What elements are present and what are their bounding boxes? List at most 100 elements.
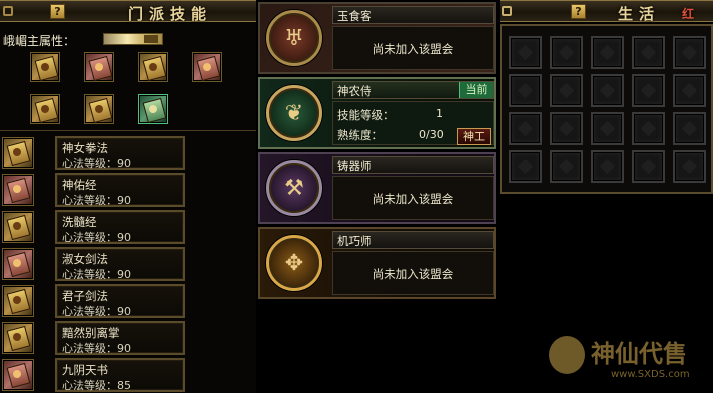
skill-level-value: 1: [436, 107, 443, 120]
skill-row[interactable]: 九阴天书 心法等级：85: [0, 358, 256, 393]
skill-level: 心法等级：90: [62, 342, 131, 355]
skill-name: 淑女剑法: [62, 252, 108, 266]
guild-status: 尚未加入该盟会: [372, 192, 454, 206]
gear-device-icon: ✥: [266, 235, 322, 291]
skill-book-icon[interactable]: [138, 94, 168, 124]
main-attribute-label: 峨嵋主属性：: [3, 34, 76, 48]
item-slot[interactable]: [591, 36, 624, 69]
item-slot[interactable]: [509, 150, 542, 183]
skill-level: 心法等级：90: [62, 268, 131, 281]
skill-info-box: 淑女剑法 心法等级：90: [55, 247, 185, 281]
sect-skills-title-bar: ? 门派技能: [0, 0, 256, 23]
guild-emblem: ❦: [260, 79, 330, 147]
item-slot[interactable]: [673, 112, 706, 145]
item-slot[interactable]: [509, 74, 542, 107]
item-slot[interactable]: [509, 36, 542, 69]
help-icon[interactable]: ?: [50, 4, 65, 19]
guild-card-jiqiaoshi[interactable]: ✥ 机巧师 尚未加入该盟会: [258, 227, 496, 299]
skill-row[interactable]: 淑女剑法 心法等级：90: [0, 247, 256, 283]
skill-book-icon[interactable]: [84, 94, 114, 124]
guild-name: 机巧师: [337, 234, 372, 248]
panel-title: 门派技能: [128, 5, 213, 23]
skill-name: 君子剑法: [62, 289, 108, 303]
sect-skill-icon-grid: [28, 50, 248, 130]
anvil-blades-icon: ⚒: [266, 160, 322, 216]
sect-skills-panel: ? 门派技能 峨嵋主属性： 神女拳法 心法等级：90 神佑经 心法等级：90 洗…: [0, 0, 256, 393]
item-slot[interactable]: [673, 74, 706, 107]
skill-name: 黯然别离掌: [62, 326, 120, 340]
craft-button[interactable]: 神工: [457, 128, 491, 145]
skill-row[interactable]: 黯然别离掌 心法等级：90: [0, 321, 256, 357]
skill-row[interactable]: 洗髓经 心法等级：90: [0, 210, 256, 246]
item-slot[interactable]: [632, 112, 665, 145]
skill-info-box: 君子剑法 心法等级：90: [55, 284, 185, 318]
skill-book-icon: [2, 322, 34, 354]
guild-name: 铸器师: [337, 159, 372, 173]
guild-name: 玉食客: [337, 9, 372, 23]
skill-book-icon: [2, 248, 34, 280]
item-slot[interactable]: [632, 74, 665, 107]
guild-status: 尚未加入该盟会: [372, 267, 454, 281]
guild-card-shennongshi[interactable]: ❦ 神农侍 当前 技能等级： 1 熟练度： 0/30 神工: [258, 77, 496, 149]
skill-name: 神女拳法: [62, 141, 108, 155]
skill-book-icon[interactable]: [30, 94, 60, 124]
skill-book-icon: [2, 285, 34, 317]
guild-status: 尚未加入该盟会: [372, 42, 454, 56]
item-slot[interactable]: [632, 150, 665, 183]
proficiency-value: 0/30: [419, 128, 444, 141]
skill-name: 洗髓经: [62, 215, 97, 229]
item-slot[interactable]: [550, 112, 583, 145]
item-slot[interactable]: [591, 150, 624, 183]
item-slot[interactable]: [632, 36, 665, 69]
skill-level: 心法等级：90: [62, 194, 131, 207]
current-badge: 当前: [459, 82, 493, 98]
guild-emblem: ✥: [260, 229, 330, 297]
skill-name: 九阴天书: [62, 363, 108, 377]
skill-level: 心法等级：90: [62, 157, 131, 170]
item-slot[interactable]: [509, 112, 542, 145]
skill-row[interactable]: 君子剑法 心法等级：90: [0, 284, 256, 320]
panel-title: 生活: [618, 5, 661, 23]
guild-body: 尚未加入该盟会: [332, 251, 494, 295]
item-slot[interactable]: [550, 74, 583, 107]
help-icon[interactable]: ?: [571, 4, 586, 19]
guild-body: 尚未加入该盟会: [332, 26, 494, 70]
life-skills-title-bar: ? 生活 红: [500, 0, 713, 23]
guild-card-zhuqishi[interactable]: ⚒ 铸器师 尚未加入该盟会: [258, 152, 496, 224]
skill-info-box: 神女拳法 心法等级：90: [55, 136, 185, 170]
life-item-grid: [500, 24, 713, 194]
skill-level-label: 技能等级：: [337, 108, 395, 122]
skill-row[interactable]: 神佑经 心法等级：90: [0, 173, 256, 209]
guild-emblem: ⚒: [260, 154, 330, 222]
item-slot[interactable]: [550, 150, 583, 183]
life-guild-panel: ♅ 玉食客 尚未加入该盟会 ❦ 神农侍 当前 技能等级： 1 熟练度： 0/30…: [256, 0, 496, 393]
guild-header: 机巧师: [332, 231, 494, 249]
skill-book-icon[interactable]: [138, 52, 168, 82]
item-slot[interactable]: [673, 150, 706, 183]
watermark-url: www.SXDS.com: [611, 369, 690, 380]
guild-card-yushike[interactable]: ♅ 玉食客 尚未加入该盟会: [258, 2, 496, 74]
guild-emblem: ♅: [260, 4, 330, 72]
guild-header: 铸器师: [332, 156, 494, 174]
skill-level: 心法等级：85: [62, 379, 131, 392]
skill-book-icon: [2, 137, 34, 169]
item-slot[interactable]: [550, 36, 583, 69]
item-slot[interactable]: [673, 36, 706, 69]
skill-book-icon[interactable]: [84, 52, 114, 82]
skill-info-box: 洗髓经 心法等级：90: [55, 210, 185, 244]
item-slot[interactable]: [591, 112, 624, 145]
skill-book-icon[interactable]: [192, 52, 222, 82]
skill-book-icon[interactable]: [30, 52, 60, 82]
guild-body: 尚未加入该盟会: [332, 176, 494, 220]
guild-header: 玉食客: [332, 6, 494, 24]
fish-dragon-icon: ♅: [266, 10, 322, 66]
ornament-icon: [502, 6, 512, 16]
watermark-brand: 神仙代售: [591, 339, 687, 368]
guild-body: 技能等级： 1 熟练度： 0/30 神工: [332, 101, 494, 145]
skill-row[interactable]: 神女拳法 心法等级：90: [0, 136, 256, 172]
skill-book-icon: [2, 359, 34, 391]
skill-name: 神佑经: [62, 178, 97, 192]
item-slot[interactable]: [591, 74, 624, 107]
guild-name: 神农侍: [337, 84, 372, 98]
proficiency-label: 熟练度：: [337, 128, 383, 142]
